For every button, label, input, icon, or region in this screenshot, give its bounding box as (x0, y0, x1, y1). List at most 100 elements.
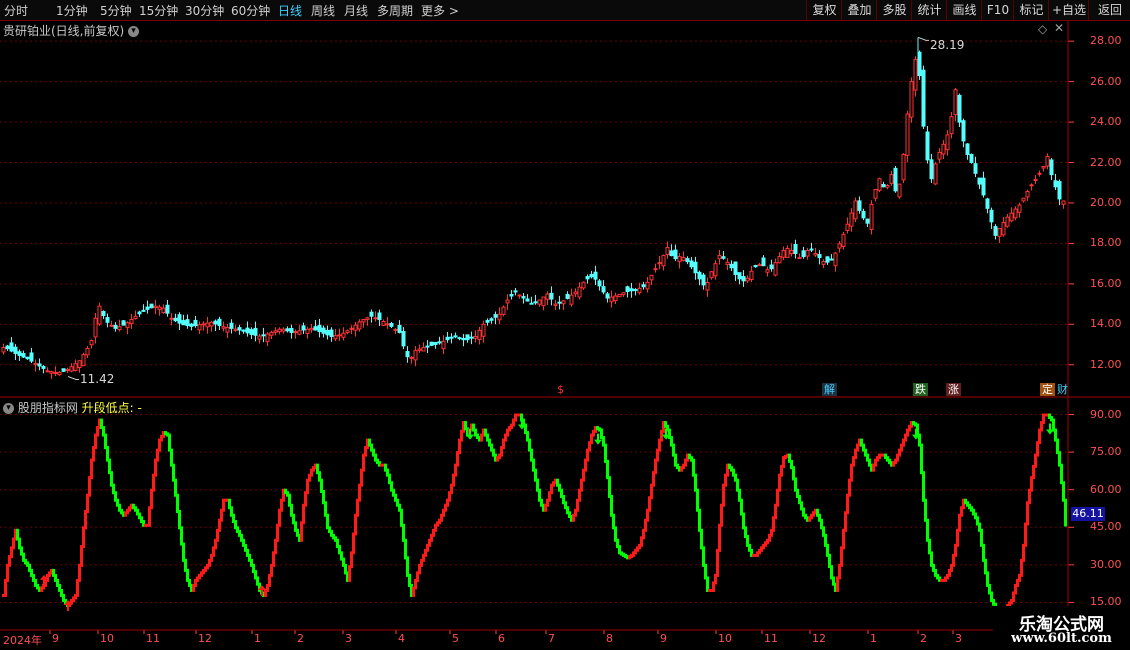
indicator-name[interactable]: 股朋指标网 (18, 401, 78, 415)
candle (25, 356, 30, 360)
candle (637, 282, 642, 295)
chevron-down-icon[interactable]: ▾ (3, 403, 14, 414)
candle (1061, 200, 1066, 209)
candle (85, 346, 90, 358)
diamond-icon[interactable]: ◇ (1038, 22, 1047, 36)
candle (457, 336, 462, 341)
indicator-segment (922, 471, 925, 502)
candle (969, 153, 974, 164)
event-marker-fixed[interactable]: 定 (1040, 383, 1055, 396)
indicator-segment (1060, 463, 1063, 485)
candle (561, 300, 566, 310)
candle (409, 355, 414, 364)
candle (337, 328, 342, 342)
candle (489, 317, 494, 324)
candle (865, 218, 870, 228)
chart-canvas[interactable] (0, 0, 1130, 650)
candle (241, 329, 246, 334)
candle (81, 352, 86, 367)
x-axis-label: 12 (812, 632, 826, 645)
indicator-tick-label: 45.00 (1090, 520, 1122, 534)
candle (977, 177, 982, 190)
candle (109, 320, 114, 327)
indicator-current-value: 46.11 (1071, 507, 1105, 521)
candle (793, 239, 798, 259)
candle (1017, 202, 1022, 218)
candle (825, 256, 830, 265)
candle (141, 304, 146, 312)
x-axis-label: 7 (548, 632, 555, 645)
candle (393, 328, 398, 335)
candle (45, 367, 50, 373)
watermark-logo: 乐淘公式网 www.60lt.com (993, 606, 1130, 650)
event-marker-dollar[interactable]: $ (555, 383, 566, 396)
candle (985, 197, 990, 214)
candle (73, 359, 78, 372)
x-axis-label: 11 (146, 632, 160, 645)
indicator-segment (846, 493, 849, 515)
high-price-label: 28.19 (930, 38, 965, 52)
candle (577, 282, 582, 300)
candle (709, 271, 714, 280)
candle (509, 289, 514, 300)
indicator-segment (1026, 501, 1029, 526)
event-marker-fall[interactable]: 跌 (913, 383, 928, 396)
event-marker-unlock[interactable]: 解 (822, 383, 837, 396)
candle (421, 342, 426, 352)
candle (565, 291, 570, 300)
candle (937, 148, 942, 164)
candle (849, 208, 854, 232)
candle (837, 241, 842, 253)
candle (529, 296, 534, 305)
candle (113, 322, 118, 332)
candle (389, 321, 394, 328)
indicator-tick-label: 90.00 (1090, 407, 1122, 421)
candle (933, 161, 938, 186)
candle (37, 358, 42, 371)
event-marker-finance[interactable]: 财 (1055, 383, 1070, 396)
candle (293, 329, 298, 339)
event-marker-rise[interactable]: 涨 (946, 383, 961, 396)
x-axis-label: 3 (345, 632, 352, 645)
close-icon[interactable]: ✕ (1054, 21, 1064, 35)
indicator-tick-label: 75.00 (1090, 445, 1122, 459)
x-axis-label: 6 (498, 632, 505, 645)
candle (181, 314, 186, 326)
candle (173, 313, 178, 322)
candle (885, 184, 890, 190)
candle (1053, 173, 1058, 191)
candle (773, 258, 778, 277)
candle (781, 246, 786, 261)
candle (477, 326, 482, 345)
candle (245, 321, 250, 337)
candle (153, 299, 158, 315)
candle (949, 112, 954, 139)
candle (861, 208, 866, 221)
x-axis-label: 2 (297, 632, 304, 645)
candle (689, 257, 694, 270)
candle (17, 349, 22, 361)
candle (1001, 217, 1006, 237)
candle (417, 344, 422, 353)
indicator-segment (88, 476, 91, 497)
candle (553, 299, 558, 310)
candle (285, 326, 290, 333)
stock-title: 贵研铂业(日线,前复权) (3, 24, 125, 38)
candle (289, 324, 294, 339)
x-axis-label: 1 (870, 632, 877, 645)
indicator-segment (406, 556, 409, 577)
indicator-segment (354, 513, 357, 536)
x-axis-label: 12 (198, 632, 212, 645)
candle (765, 266, 770, 277)
candle (1029, 183, 1034, 191)
candle (889, 170, 894, 186)
indicator-segment (352, 532, 355, 555)
candle (449, 333, 454, 344)
x-axis-label: 2024年 (3, 634, 42, 647)
chevron-down-icon[interactable]: ▾ (128, 26, 140, 37)
candle (697, 270, 702, 286)
indicator-segment (926, 518, 929, 542)
candle (349, 325, 354, 335)
candle (149, 303, 154, 309)
candle (5, 344, 10, 351)
